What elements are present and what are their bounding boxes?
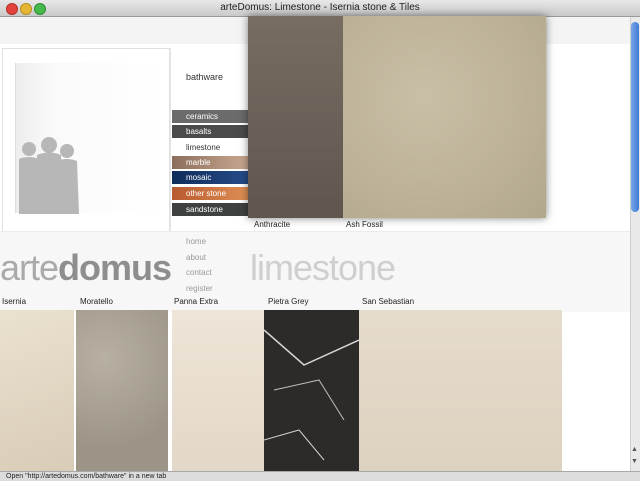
swatch-label-san-sebastian[interactable]: San Sebastian — [360, 297, 562, 307]
swatch-pietra-grey[interactable] — [264, 310, 359, 472]
menu-item-sandstone[interactable]: sandstone — [172, 203, 248, 216]
swatch-moratello[interactable] — [76, 310, 168, 472]
swatch-label-isernia[interactable]: Isernia — [0, 297, 76, 307]
menu-item-basalts[interactable]: basalts — [172, 125, 248, 138]
bathware-link[interactable]: bathware — [186, 72, 223, 82]
swatch-isernia[interactable] — [0, 310, 74, 472]
swatch-panna-extra[interactable] — [172, 310, 264, 472]
logo-bold-text: domus — [58, 247, 172, 288]
people-silhouette-image — [19, 137, 79, 214]
scroll-down-arrow-icon[interactable]: ▼ — [631, 458, 638, 465]
nav-link-register[interactable]: register — [186, 284, 213, 293]
menu-item-marble[interactable]: marble — [172, 156, 248, 169]
swatch-san-sebastian[interactable] — [359, 310, 562, 472]
menu-item-limestone[interactable]: limestone — [172, 141, 248, 154]
nav-link-home[interactable]: home — [186, 237, 206, 246]
swatch-label-pietra-grey[interactable]: Pietra Grey — [266, 297, 358, 307]
stone-preview-popup — [248, 16, 546, 218]
status-bar: Open "http://artedomus.com/bathware" in … — [0, 471, 640, 481]
popup-swatch-anthracite[interactable] — [248, 16, 343, 218]
menu-item-ceramics[interactable]: ceramics — [172, 110, 248, 123]
menu-item-other-stone[interactable]: other stone — [172, 187, 248, 200]
scroll-up-arrow-icon[interactable]: ▲ — [631, 446, 638, 453]
swatch-label-panna-extra[interactable]: Panna Extra — [172, 297, 264, 307]
popup-swatch-ash-fossil[interactable] — [343, 16, 546, 218]
artedomus-logo[interactable]: artedomus — [0, 247, 172, 288]
logo-light-text: arte — [0, 247, 59, 288]
hero-image — [2, 48, 170, 236]
popup-caption-ash-fossil[interactable]: Ash Fossil — [346, 220, 383, 229]
nav-link-about[interactable]: about — [186, 253, 206, 262]
swatch-label-moratello[interactable]: Moratello — [78, 297, 170, 307]
nav-link-contact[interactable]: contact — [186, 268, 212, 277]
scrollbar-thumb[interactable] — [631, 22, 639, 212]
menu-item-mosaic[interactable]: mosaic — [172, 171, 248, 184]
popup-caption-anthracite[interactable]: Anthracite — [254, 220, 290, 229]
window-title: arteDomus: Limestone - Isernia stone & T… — [220, 2, 420, 13]
page-heading: limestone — [250, 247, 396, 288]
